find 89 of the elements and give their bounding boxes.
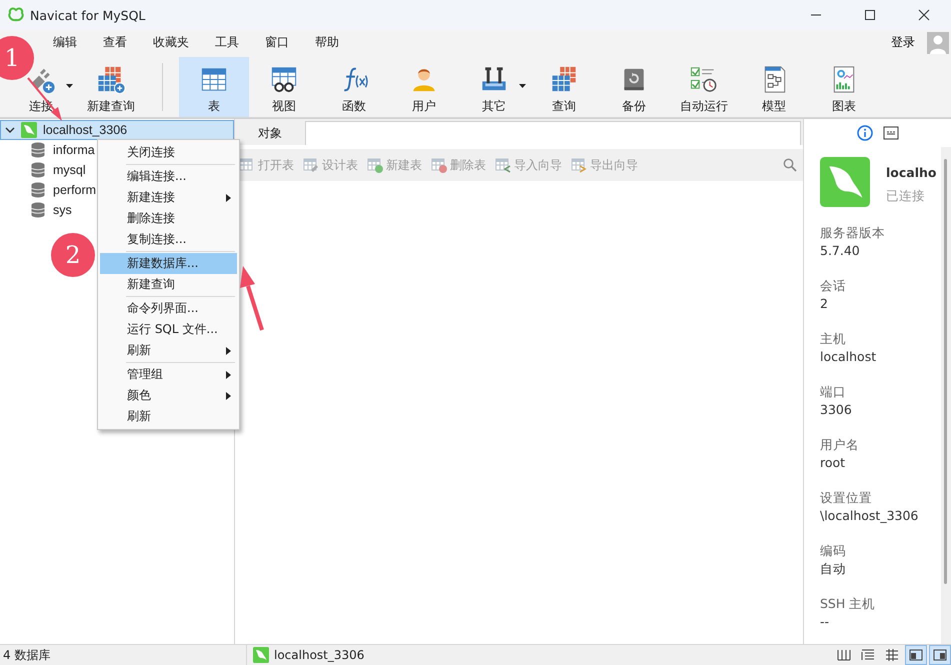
panel-left-view-icon — [908, 647, 924, 663]
menu-item[interactable]: 关闭连接 — [100, 142, 237, 163]
caret-icon[interactable] — [66, 84, 73, 88]
menu-item[interactable]: 颜色 — [100, 385, 237, 406]
connection-status: 已连接 — [886, 188, 926, 205]
toolbar-button[interactable]: 视图 — [249, 57, 319, 117]
toolbar-button[interactable]: 表 — [179, 57, 249, 117]
table-icon — [303, 157, 319, 173]
database-icon — [31, 142, 45, 158]
field-value: -- — [820, 613, 830, 631]
menu-item[interactable]: 命令列界面... — [100, 298, 237, 319]
menu-item[interactable]: 删除连接 — [100, 208, 237, 229]
menu-item[interactable]: 收藏夹 — [140, 34, 202, 51]
field-value: 3306 — [820, 401, 853, 419]
tree-item[interactable]: informa — [0, 140, 96, 160]
toolbar-button[interactable]: 函数 — [319, 57, 389, 117]
close-icon — [918, 9, 930, 21]
field-value: 2 — [820, 295, 829, 313]
panel-right-view-icon — [932, 647, 948, 663]
login-link[interactable]: 登录 — [885, 33, 921, 52]
field-label: 设置位置 — [820, 489, 873, 507]
menu-item[interactable]: 工具 — [202, 34, 252, 51]
menu-item[interactable]: 刷新 — [100, 406, 237, 427]
field-value: \localhost_3306 — [820, 507, 920, 525]
grid-view-icon — [836, 647, 852, 663]
maximize-icon — [864, 9, 876, 21]
connection-icon — [21, 122, 37, 138]
table-icon — [571, 157, 587, 173]
menu-item[interactable]: 刷新 — [100, 340, 237, 361]
field-label: 会话 — [820, 277, 847, 295]
detail-view-icon — [884, 647, 900, 663]
menu-item[interactable]: 查看 — [90, 34, 140, 51]
database-icon — [31, 182, 45, 198]
toolbar-button[interactable]: 备份 — [599, 57, 669, 117]
menu-item[interactable]: 新建连接 — [100, 187, 237, 208]
table-icon — [431, 157, 447, 173]
toolbar-button[interactable]: 自动运行 — [669, 57, 739, 117]
database-icon — [31, 162, 45, 178]
field-label: SSH 主机 — [820, 595, 876, 613]
connection-icon — [253, 647, 269, 663]
chevron-down-icon[interactable] — [5, 125, 15, 135]
tree-item[interactable]: mysql — [0, 160, 87, 180]
tree-item[interactable]: perform — [0, 180, 98, 200]
connection-name: localho — [886, 165, 936, 180]
toolbar-button[interactable]: 模型 — [739, 57, 809, 117]
field-value: 5.7.40 — [820, 242, 861, 260]
database-icon — [31, 202, 45, 218]
search-icon[interactable] — [783, 158, 797, 172]
menu-item[interactable]: 新建数据库... — [100, 253, 237, 274]
caret-icon[interactable] — [519, 84, 526, 88]
tree-item[interactable]: localhost_3306 — [0, 120, 234, 140]
table-icon — [495, 157, 511, 173]
view-toggle-button[interactable] — [905, 645, 927, 665]
menu-item[interactable]: 编辑连接... — [100, 166, 237, 187]
info-icon[interactable] — [856, 125, 872, 141]
toolbar-button[interactable]: 其它 — [459, 57, 529, 117]
field-label: 服务器版本 — [820, 224, 886, 242]
menu-item[interactable]: 帮助 — [302, 34, 352, 51]
menu-item[interactable]: 管理组 — [100, 364, 237, 385]
scrollbar[interactable] — [944, 159, 947, 584]
field-label: 编码 — [820, 542, 847, 560]
list-view-icon — [860, 647, 876, 663]
toolbar-button[interactable]: 查询 — [529, 57, 599, 117]
database-count: 4 数据库 — [2, 646, 52, 664]
field-label: 端口 — [820, 383, 847, 401]
menu-item[interactable]: 复制连接... — [100, 229, 237, 250]
connection-label: localhost_3306 — [274, 648, 364, 662]
step-badge: 2 — [51, 233, 95, 277]
field-value: 自动 — [820, 560, 847, 578]
app-logo-icon — [8, 7, 24, 23]
menu-item[interactable]: 运行 SQL 文件... — [100, 319, 237, 340]
tree-item[interactable]: sys — [0, 200, 73, 220]
arrow — [240, 266, 264, 331]
field-label: 主机 — [820, 330, 847, 348]
field-value: localhost — [820, 348, 878, 366]
field-value: root — [820, 454, 846, 472]
toolbar-button[interactable]: 新建查询 — [76, 57, 146, 117]
field-label: 用户名 — [820, 436, 860, 454]
window-title: Navicat for MySQL — [30, 8, 146, 22]
menu-item[interactable]: 窗口 — [252, 34, 302, 51]
menu-item[interactable]: 新建查询 — [100, 274, 237, 295]
toolbar-button[interactable]: 用户 — [389, 57, 459, 117]
arrow — [27, 77, 62, 121]
view-toggle-button[interactable] — [929, 645, 951, 665]
table-icon — [367, 157, 383, 173]
menu-item[interactable]: 编辑 — [40, 34, 90, 51]
connection-logo — [820, 157, 870, 207]
ddl-icon[interactable] — [882, 125, 898, 141]
toolbar-button[interactable]: 图表 — [809, 57, 879, 117]
